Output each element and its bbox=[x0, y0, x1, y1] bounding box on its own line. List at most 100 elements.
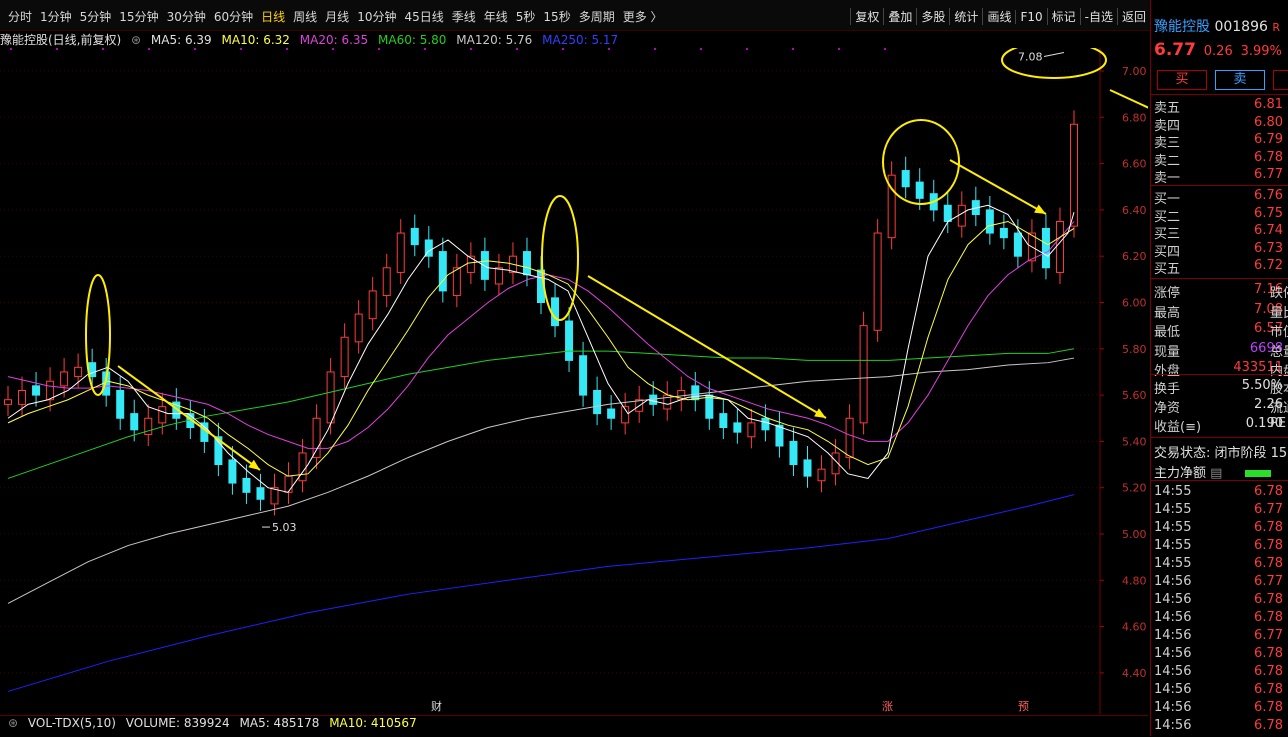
candle-body bbox=[354, 313, 363, 343]
tab-1[interactable]: 1分钟 bbox=[36, 8, 76, 25]
tab-3[interactable]: 15分钟 bbox=[115, 8, 162, 25]
tab-9[interactable]: 10分钟 bbox=[353, 8, 400, 25]
tool-button-0[interactable]: 复权 bbox=[850, 8, 883, 25]
candle-body bbox=[60, 371, 69, 387]
tick-row: 14:56 6.78 bbox=[1154, 682, 1288, 700]
row-value: 6.77 bbox=[1254, 167, 1283, 182]
row-label: 净资 bbox=[1154, 401, 1181, 416]
ma120-value: MA120: 5.76 bbox=[456, 33, 533, 47]
tick-row: 14:55 6.78 bbox=[1154, 556, 1288, 574]
marker-dot bbox=[148, 48, 150, 50]
row-extra-label: 量比 bbox=[1270, 305, 1288, 321]
netflow-row: 主力净额 ▤ bbox=[1154, 462, 1271, 481]
row-label: 卖三 bbox=[1154, 136, 1181, 151]
tab-15[interactable]: 多周期 bbox=[575, 8, 619, 25]
tool-button-8[interactable]: 返回 bbox=[1116, 8, 1150, 25]
tab-0[interactable]: 分时 bbox=[4, 8, 36, 25]
more-trade-button[interactable] bbox=[1273, 70, 1288, 90]
row-label: 最低 bbox=[1154, 325, 1181, 340]
netflow-list-icon[interactable]: ▤ bbox=[1210, 466, 1222, 481]
tool-button-3[interactable]: 统计 bbox=[949, 8, 982, 25]
divider bbox=[1151, 94, 1288, 95]
buy-button[interactable]: 买 bbox=[1157, 70, 1207, 90]
tick-price: 6.78 bbox=[1254, 664, 1283, 679]
row-extra-label: 跌停 bbox=[1270, 286, 1288, 301]
bids-row: 买五 6.72 bbox=[1154, 258, 1288, 277]
collapse-icon[interactable]: ⊛ bbox=[131, 33, 141, 47]
tab-11[interactable]: 季线 bbox=[448, 8, 480, 25]
tab-7[interactable]: 周线 bbox=[289, 8, 321, 25]
tab-2[interactable]: 5分钟 bbox=[76, 8, 116, 25]
candle-body bbox=[691, 385, 700, 401]
marker-dot bbox=[470, 48, 472, 50]
tool-button-6[interactable]: 标记 bbox=[1046, 8, 1080, 25]
candle-body bbox=[1041, 227, 1050, 269]
high-pointer bbox=[1043, 51, 1065, 57]
candle-body bbox=[873, 232, 882, 331]
volume-ma10: MA10: 410567 bbox=[329, 716, 417, 730]
indicator-settings-icon[interactable]: ⊛ bbox=[8, 716, 18, 730]
event-marker-cai[interactable]: 财 bbox=[431, 699, 442, 713]
tick-time: 14:56 bbox=[1154, 646, 1192, 661]
candle-body bbox=[158, 406, 167, 424]
ma20-line bbox=[7, 221, 1075, 449]
y-tick-label: 6.20 bbox=[1122, 250, 1147, 263]
tab-4[interactable]: 30分钟 bbox=[163, 8, 210, 25]
event-marker-yu[interactable]: 预 bbox=[1018, 700, 1029, 713]
tick-time: 14:55 bbox=[1154, 538, 1192, 553]
tool-button-2[interactable]: 多股 bbox=[916, 8, 949, 25]
marker-dot bbox=[884, 48, 886, 50]
stock-header: 豫能控股 001896 R bbox=[1154, 16, 1280, 36]
bids-row: 买三 6.74 bbox=[1154, 223, 1288, 242]
marker-dot bbox=[10, 48, 12, 50]
volume-indicator-label[interactable]: VOL-TDX(5,10) bbox=[28, 716, 116, 730]
asks-row: 卖三 6.79 bbox=[1154, 132, 1288, 151]
candlestick-chart[interactable]: 7.00 6.80 6.60 6.40 6.20 6.00 5.80 5.60 5.40 5.20… bbox=[0, 48, 1148, 714]
y-tick-label: 6.80 bbox=[1122, 111, 1147, 124]
tool-button-4[interactable]: 画线 bbox=[982, 8, 1015, 25]
row-label: 买四 bbox=[1154, 244, 1181, 260]
row-label: 买五 bbox=[1154, 262, 1181, 277]
tab-5[interactable]: 60分钟 bbox=[210, 8, 257, 25]
divider bbox=[1151, 185, 1288, 186]
candle-body bbox=[817, 468, 826, 482]
high-price-label: 7.08 bbox=[1018, 50, 1043, 63]
tool-button-1[interactable]: 叠加 bbox=[883, 8, 916, 25]
row-label: 买三 bbox=[1154, 227, 1181, 242]
row-extra-label: 流通 bbox=[1270, 401, 1288, 416]
tab-12[interactable]: 年线 bbox=[480, 8, 512, 25]
chart-stock-title: 豫能控股(日线,前复权) bbox=[0, 33, 122, 47]
ma250-value: MA250: 5.17 bbox=[542, 33, 619, 47]
tool-button-5[interactable]: F10 bbox=[1015, 10, 1046, 24]
candle-body bbox=[326, 371, 335, 424]
tick-row: 14:56 6.77 bbox=[1154, 628, 1288, 646]
marker-dot bbox=[332, 48, 334, 50]
tick-price: 6.78 bbox=[1254, 484, 1283, 499]
candle-body bbox=[4, 399, 12, 405]
tab-16[interactable]: 更多 〉 bbox=[619, 8, 667, 25]
candle-body bbox=[410, 227, 419, 246]
tick-row: 14:55 6.78 bbox=[1154, 538, 1288, 556]
tick-price: 6.78 bbox=[1254, 538, 1283, 553]
tab-8[interactable]: 月线 bbox=[321, 8, 353, 25]
tab-6[interactable]: 日线 bbox=[257, 8, 289, 25]
event-marker-zhang[interactable]: 涨 bbox=[882, 700, 893, 713]
annotation-ellipse bbox=[85, 274, 111, 396]
ma-legend: 豫能控股(日线,前复权) ⊛ MA5: 6.39 MA10: 6.32 MA20… bbox=[0, 31, 624, 47]
tool-button-7[interactable]: -自选 bbox=[1079, 8, 1117, 25]
volume-value: VOLUME: 839924 bbox=[125, 716, 230, 730]
candle-body bbox=[803, 459, 812, 477]
row-label: 涨停 bbox=[1154, 286, 1181, 301]
tab-10[interactable]: 45日线 bbox=[400, 8, 447, 25]
chart-tools: 复权 叠加 多股 统计 画线 F10 标记 -自选 返回 bbox=[850, 8, 1150, 25]
candle-body bbox=[396, 232, 405, 273]
candle-body bbox=[228, 459, 237, 484]
marker-dot bbox=[424, 48, 426, 50]
tick-row: 14:56 6.78 bbox=[1154, 700, 1288, 718]
candle-body bbox=[733, 422, 742, 433]
stats2-row: 收益(≡) 0.190 PE bbox=[1154, 416, 1288, 435]
tab-14[interactable]: 15秒 bbox=[539, 8, 574, 25]
candle-body bbox=[256, 487, 265, 500]
tab-13[interactable]: 5秒 bbox=[512, 8, 540, 25]
sell-button[interactable]: 卖 bbox=[1215, 70, 1265, 90]
